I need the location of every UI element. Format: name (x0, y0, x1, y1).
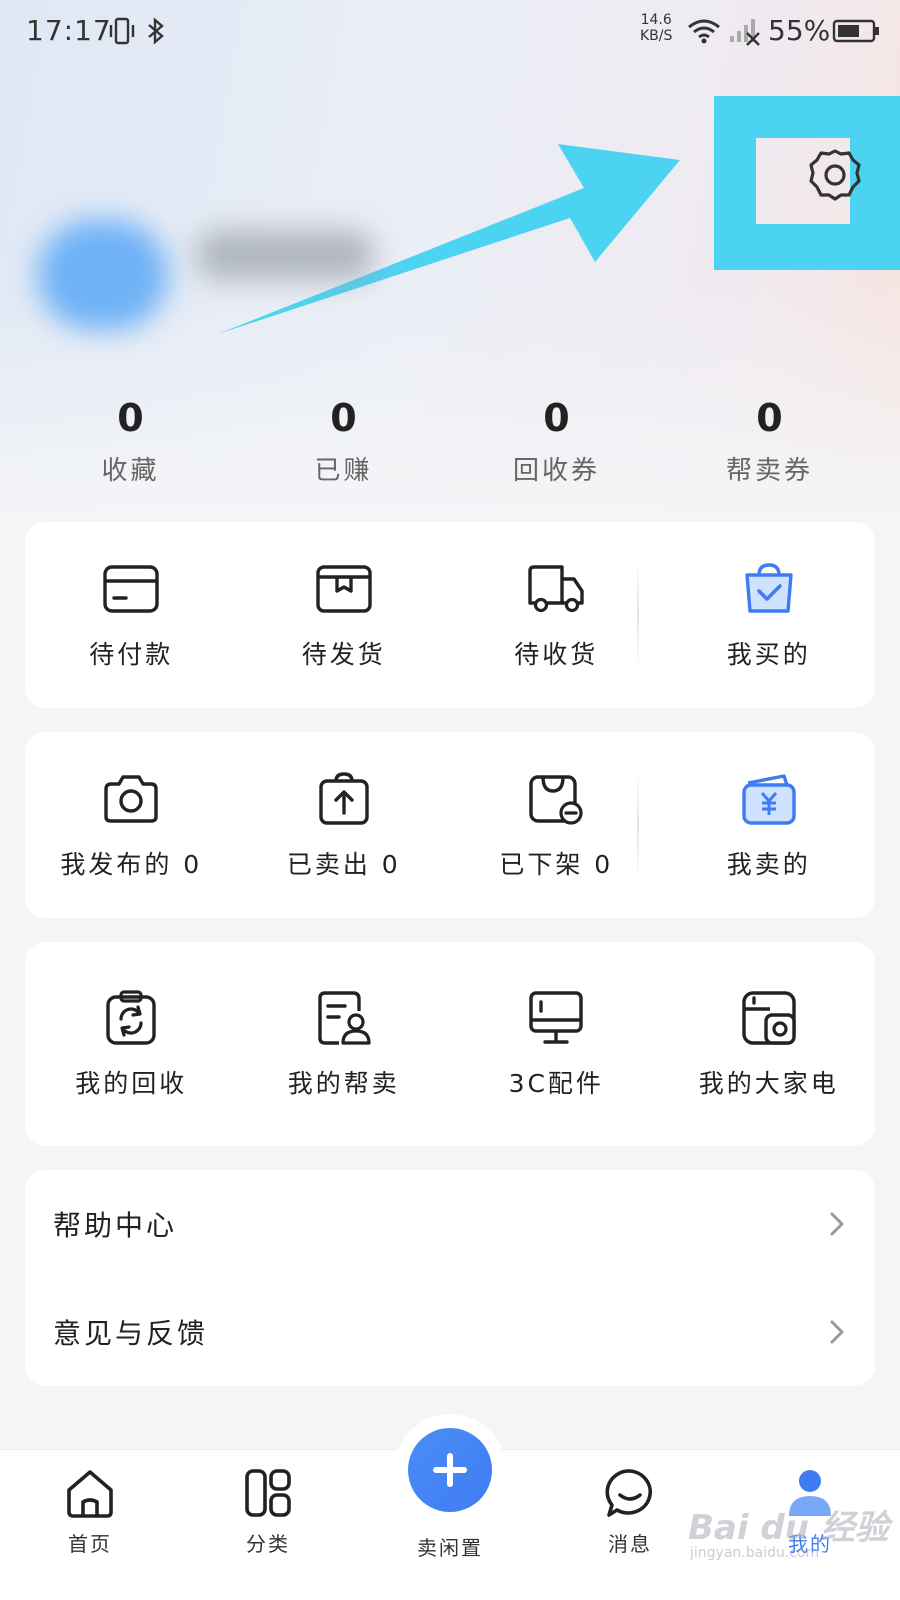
upload-bag-icon (314, 769, 374, 829)
item-label: 待收货 (514, 640, 599, 669)
net-speed: 14.6 KB/S (640, 12, 673, 44)
buy-orders-card: 待付款 待发货 待收货 我买的 (25, 522, 875, 708)
truck-icon (526, 559, 586, 619)
stat-favorites[interactable]: 0 收藏 (24, 392, 237, 502)
recycle-icon (101, 988, 161, 1048)
my-published-item[interactable]: 我发布的 0 (25, 769, 238, 881)
camera-icon (101, 769, 161, 829)
tab-label: 卖闲置 (417, 1536, 483, 1560)
stat-label: 已赚 (314, 456, 373, 486)
monitor-icon (526, 988, 586, 1048)
my-assist-sell-item[interactable]: 我的帮卖 (238, 988, 451, 1100)
yuan-wallet-icon (739, 769, 799, 829)
gear-icon (809, 149, 861, 201)
stat-value: 0 (543, 396, 570, 440)
plus-icon (433, 1453, 467, 1487)
box-icon (314, 559, 374, 619)
chevron-right-icon (830, 1212, 844, 1236)
stat-value: 0 (756, 396, 783, 440)
item-label: 待发货 (301, 640, 386, 669)
vibrate-icon (109, 17, 135, 45)
item-label: 我的大家电 (698, 1069, 839, 1098)
publish-button[interactable] (408, 1428, 492, 1512)
item-label: 我的回收 (75, 1069, 188, 1098)
tab-category[interactable]: 分类 (208, 1466, 328, 1557)
delisted-item[interactable]: 已下架 0 (450, 769, 663, 881)
my-recycle-item[interactable]: 我的回收 (25, 988, 238, 1100)
battery-icon (832, 19, 879, 43)
pending-receipt-item[interactable]: 待收货 (450, 559, 663, 671)
feedback-row[interactable]: 意见与反馈 (25, 1278, 875, 1386)
stat-recycle-coupons[interactable]: 0 回收券 (450, 392, 663, 502)
my-sales-item[interactable]: 我卖的 (663, 769, 876, 881)
watermark-logo: Bai du 经验 (688, 1508, 889, 1548)
pending-payment-item[interactable]: 待付款 (25, 559, 238, 671)
assist-sell-icon (314, 988, 374, 1048)
stat-value: 0 (330, 396, 357, 440)
3c-accessories-item[interactable]: 3C配件 (450, 988, 663, 1100)
item-label: 待付款 (89, 640, 174, 669)
section-divider (637, 770, 639, 880)
bluetooth-icon (148, 17, 164, 45)
tab-label: 首页 (68, 1532, 112, 1556)
item-label: 我的帮卖 (287, 1069, 400, 1098)
stat-earned[interactable]: 0 已赚 (237, 392, 450, 502)
appliance-icon (739, 988, 799, 1048)
pending-shipment-item[interactable]: 待发货 (238, 559, 451, 671)
sell-orders-card: 我发布的 0 已卖出 0 已下架 0 我卖的 (25, 732, 875, 918)
avatar[interactable] (38, 220, 168, 330)
tab-messages[interactable]: 消息 (570, 1466, 690, 1557)
tab-home[interactable]: 首页 (30, 1466, 150, 1557)
user-profile[interactable] (20, 190, 380, 350)
status-bar: 17:17 14.6 KB/S 55% (0, 0, 900, 64)
battery-level: 55% (768, 14, 831, 47)
category-icon (245, 1469, 291, 1517)
stats-row: 0 收藏 0 已赚 0 回收券 0 帮卖券 (24, 392, 876, 502)
home-icon (67, 1470, 113, 1518)
item-label: 已下架 0 (499, 850, 614, 879)
settings-button[interactable] (800, 140, 870, 210)
tab-label: 消息 (608, 1532, 652, 1556)
item-label: 我卖的 (726, 850, 811, 879)
sold-item[interactable]: 已卖出 0 (238, 769, 451, 881)
stat-label: 收藏 (101, 456, 160, 486)
wifi-icon (688, 19, 720, 44)
stat-assist-coupons[interactable]: 0 帮卖券 (663, 392, 876, 502)
help-center-row[interactable]: 帮助中心 (25, 1170, 875, 1278)
signal-icon (730, 19, 760, 46)
user-nickname (195, 230, 375, 280)
item-label: 我发布的 0 (60, 850, 203, 879)
remove-bag-icon (526, 769, 586, 829)
tab-label: 分类 (246, 1532, 290, 1556)
stat-label: 帮卖券 (725, 456, 813, 486)
chevron-right-icon (830, 1320, 844, 1344)
row-label: 意见与反馈 (53, 1317, 209, 1350)
stat-label: 回收券 (512, 456, 600, 486)
tab-sell[interactable]: 卖闲置 (390, 1524, 510, 1561)
item-label: 我买的 (726, 640, 811, 669)
shopping-bag-icon (739, 559, 799, 619)
watermark-url: jingyan.baidu.com (690, 1545, 820, 1561)
menu-list-card: 帮助中心 意见与反馈 (25, 1170, 875, 1386)
services-card: 我的回收 我的帮卖 3C配件 我的大家电 (25, 942, 875, 1146)
stat-value: 0 (117, 396, 144, 440)
my-appliances-item[interactable]: 我的大家电 (663, 988, 876, 1100)
item-label: 3C配件 (508, 1069, 604, 1098)
my-purchases-item[interactable]: 我买的 (663, 559, 876, 671)
status-time: 17:17 (26, 14, 112, 47)
section-divider (637, 560, 639, 670)
message-icon (605, 1469, 652, 1517)
card-icon (101, 559, 161, 619)
item-label: 已卖出 0 (286, 850, 401, 879)
row-label: 帮助中心 (53, 1209, 178, 1242)
